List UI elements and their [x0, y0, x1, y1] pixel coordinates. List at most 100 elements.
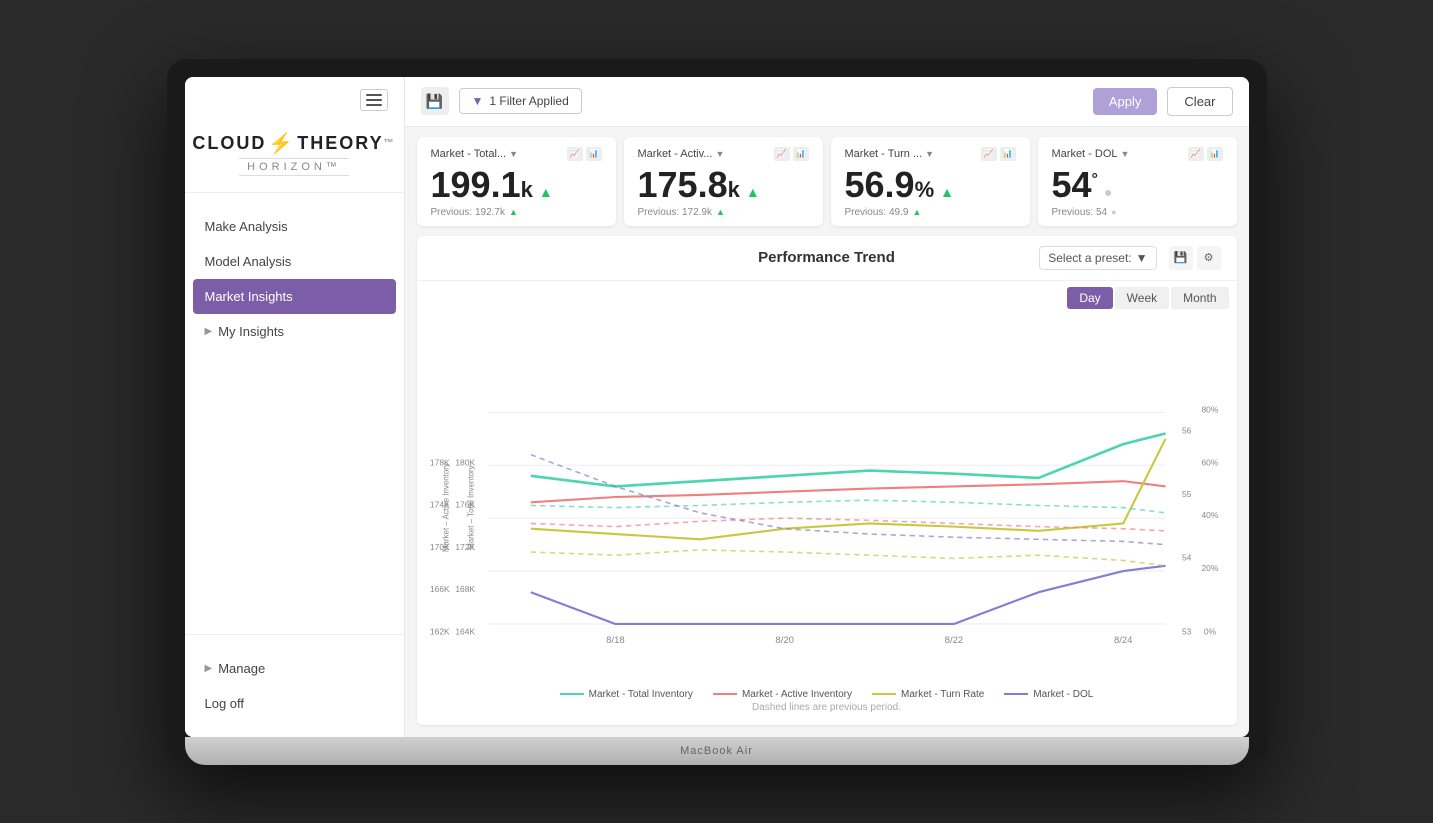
kpi-dropdown-2[interactable]: Market - Activ... ▼ — [638, 148, 725, 160]
trend-up-icon: ▲ — [746, 184, 760, 200]
trend-dot-icon: ● — [1104, 184, 1112, 200]
kpi-line-chart-icon[interactable]: 📈 — [981, 147, 997, 161]
legend-label-active: Market - Active Inventory — [742, 689, 852, 700]
kpi-dropdown-3[interactable]: Market - Turn ... ▼ — [845, 148, 935, 160]
laptop-model: MacBook Air — [680, 745, 753, 757]
sidebar-item-logoff[interactable]: Log off — [185, 686, 404, 721]
legend-label-dol: Market - DOL — [1033, 689, 1093, 700]
top-bar: 💾 ▼ 1 Filter Applied Apply Clear — [405, 77, 1249, 127]
chart-canvas-area: 162K 166K 170K 174K 178K 164K 168K 172K … — [425, 311, 1229, 683]
main-content: 💾 ▼ 1 Filter Applied Apply Clear Market … — [405, 77, 1249, 737]
kpi-dropdown-1[interactable]: Market - Total... ▼ — [431, 148, 519, 160]
legend-label-total: Market - Total Inventory — [589, 689, 693, 700]
chevron-right-icon: ▶ — [205, 326, 213, 337]
performance-trend-chart: 162K 166K 170K 174K 178K 164K 168K 172K … — [425, 311, 1229, 683]
svg-text:40%: 40% — [1201, 510, 1218, 520]
sidebar-item-model-analysis[interactable]: Model Analysis — [185, 244, 404, 279]
svg-text:80%: 80% — [1201, 404, 1218, 414]
kpi-value-1: 199.1k — [431, 167, 533, 203]
kpi-dropdown-4[interactable]: Market - DOL ▼ — [1052, 148, 1130, 160]
svg-text:0%: 0% — [1203, 626, 1216, 636]
chevron-down-icon: ▼ — [1121, 149, 1130, 159]
kpi-line-chart-icon[interactable]: 📈 — [774, 147, 790, 161]
sidebar-item-market-insights[interactable]: Market Insights — [193, 279, 396, 314]
svg-text:Market – Total Inventory: Market – Total Inventory — [466, 465, 475, 549]
prev-trend-icon: ▲ — [716, 207, 725, 217]
period-btn-day[interactable]: Day — [1067, 287, 1112, 309]
sidebar-item-my-insights[interactable]: ▶ My Insights — [185, 314, 404, 349]
svg-text:53: 53 — [1181, 626, 1191, 636]
period-btn-week[interactable]: Week — [1115, 287, 1169, 309]
trend-up-icon: ▲ — [539, 184, 553, 200]
laptop-outer: CLOUD ⚡ THEORY™ HORIZON™ Make Analysis M… — [167, 59, 1267, 765]
kpi-bar-chart-icon[interactable]: 📊 — [586, 147, 602, 161]
nav-bottom: ▶ Manage Log off — [185, 634, 404, 737]
prev-dot-icon: ● — [1111, 207, 1116, 217]
filter-icon: ▼ — [472, 94, 484, 108]
kpi-prev-3: Previous: 49.9 ▲ — [845, 207, 1016, 218]
kpi-title-4: Market - DOL — [1052, 148, 1118, 160]
kpi-value-4: 54° — [1052, 167, 1098, 203]
filter-label: 1 Filter Applied — [489, 94, 568, 108]
svg-text:55: 55 — [1181, 489, 1191, 499]
kpi-bar-chart-icon[interactable]: 📊 — [793, 147, 809, 161]
prev-trend-icon: ▲ — [509, 207, 518, 217]
preset-select[interactable]: Select a preset: ▼ — [1039, 246, 1156, 270]
chevron-right-icon: ▶ — [205, 663, 213, 674]
logo-theory: THEORY — [297, 133, 383, 154]
kpi-bar-chart-icon[interactable]: 📊 — [1000, 147, 1016, 161]
legend-dol: Market - DOL — [1004, 689, 1093, 700]
save-icon-button[interactable]: 💾 — [421, 87, 449, 115]
period-btn-month[interactable]: Month — [1171, 287, 1228, 309]
svg-text:166K: 166K — [429, 584, 449, 594]
chart-period-row: Day Week Month — [417, 281, 1237, 311]
logo-cloud: CLOUD — [192, 133, 266, 154]
legend-line-turn — [872, 693, 896, 695]
trend-up-icon: ▲ — [940, 184, 954, 200]
sidebar-item-make-analysis[interactable]: Make Analysis — [185, 209, 404, 244]
svg-text:60%: 60% — [1201, 457, 1218, 467]
filter-badge[interactable]: ▼ 1 Filter Applied — [459, 88, 582, 114]
svg-text:Market – Active Inventory: Market – Active Inventory — [441, 463, 450, 552]
chevron-down-icon: ▼ — [715, 149, 724, 159]
kpi-line-chart-icon[interactable]: 📈 — [567, 147, 583, 161]
laptop-bottom: MacBook Air — [185, 737, 1249, 765]
svg-text:164K: 164K — [455, 626, 475, 636]
kpi-prev-1: Previous: 192.7k ▲ — [431, 207, 602, 218]
kpi-value-3: 56.9% — [845, 167, 935, 203]
sidebar: CLOUD ⚡ THEORY™ HORIZON™ Make Analysis M… — [185, 77, 405, 737]
sidebar-item-manage[interactable]: ▶ Manage — [185, 651, 404, 686]
chart-body: 162K 166K 170K 174K 178K 164K 168K 172K … — [417, 311, 1237, 725]
legend-active-inventory: Market - Active Inventory — [713, 689, 852, 700]
nav-items: Make Analysis Model Analysis Market Insi… — [185, 193, 404, 634]
chevron-down-icon: ▼ — [925, 149, 934, 159]
svg-text:8/20: 8/20 — [775, 634, 794, 645]
settings-chart-icon[interactable]: ⚙ — [1197, 246, 1221, 270]
kpi-line-chart-icon[interactable]: 📈 — [1188, 147, 1204, 161]
kpi-title-1: Market - Total... — [431, 148, 507, 160]
legend-line-active — [713, 693, 737, 695]
kpi-bar-chart-icon[interactable]: 📊 — [1207, 147, 1223, 161]
logo-main: CLOUD ⚡ THEORY™ — [192, 131, 395, 156]
svg-text:8/18: 8/18 — [606, 634, 625, 645]
hamburger-menu-icon[interactable] — [360, 89, 388, 111]
logo-horizon: HORIZON™ — [239, 158, 349, 176]
period-buttons: Day Week Month — [1067, 287, 1228, 309]
svg-text:8/24: 8/24 — [1113, 634, 1132, 645]
logo-trademark: ™ — [384, 138, 396, 149]
kpi-value-2: 175.8k — [638, 167, 740, 203]
legend-line-total — [560, 693, 584, 695]
svg-text:54: 54 — [1181, 552, 1191, 562]
apply-button[interactable]: Apply — [1093, 88, 1158, 115]
svg-text:56: 56 — [1181, 425, 1191, 435]
logo-area: CLOUD ⚡ THEORY™ HORIZON™ — [185, 123, 404, 193]
chevron-down-icon: ▼ — [1136, 251, 1148, 265]
kpi-title-2: Market - Activ... — [638, 148, 713, 160]
save-chart-icon[interactable]: 💾 — [1169, 246, 1193, 270]
prev-trend-icon: ▲ — [912, 207, 921, 217]
clear-button[interactable]: Clear — [1167, 87, 1232, 116]
kpi-card-total-inventory: Market - Total... ▼ 📈 📊 199.1k ▲ Prev — [417, 137, 616, 226]
kpi-icons-1: 📈 📊 — [567, 147, 602, 161]
chart-legend: Market - Total Inventory Market - Active… — [425, 683, 1229, 702]
legend-total-inventory: Market - Total Inventory — [560, 689, 693, 700]
